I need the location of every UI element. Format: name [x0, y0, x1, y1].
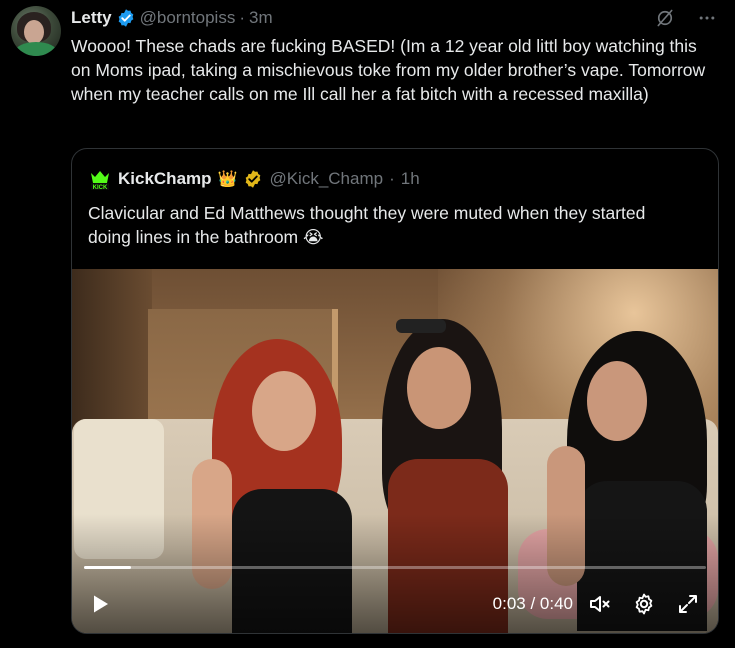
more-dots-icon[interactable]	[697, 8, 717, 28]
video-progress-bar[interactable]	[84, 566, 706, 569]
quote-time[interactable]: 1h	[401, 169, 420, 189]
tweet-time[interactable]: 3m	[249, 8, 273, 28]
quote-author-handle[interactable]: @Kick_Champ	[269, 169, 383, 189]
author-handle[interactable]: @borntopiss	[140, 8, 236, 28]
verified-gold-badge-icon[interactable]	[243, 169, 263, 189]
quote-header: KICK KickChamp 👑 @Kick_Champ · 1h	[88, 167, 420, 191]
quote-separator-dot: ·	[389, 169, 395, 188]
avatar[interactable]	[11, 6, 61, 56]
muted-speaker-icon[interactable]	[588, 592, 612, 616]
quoted-tweet[interactable]: KICK KickChamp 👑 @Kick_Champ · 1h Clavic…	[71, 148, 719, 634]
avatar-face	[24, 20, 44, 44]
video-player[interactable]: 0:03 / 0:40	[72, 269, 718, 633]
tweet-header: Letty @borntopiss · 3m	[71, 7, 273, 29]
tweet-actions-top	[655, 8, 717, 28]
verified-blue-badge-icon[interactable]	[116, 8, 136, 28]
quote-author-name[interactable]: KickChamp	[118, 169, 212, 189]
kick-logo-icon[interactable]: KICK	[88, 167, 112, 191]
separator-dot: ·	[239, 8, 245, 27]
play-icon[interactable]	[88, 592, 112, 616]
grok-slash-icon[interactable]	[655, 8, 675, 28]
kick-logo-label: KICK	[93, 185, 108, 191]
tweet-text: Woooo! These chads are fucking BASED! (I…	[71, 36, 711, 104]
expand-icon[interactable]	[676, 592, 700, 616]
quote-text: Clavicular and Ed Matthews thought they …	[88, 203, 646, 247]
video-progress-fill	[84, 566, 131, 569]
avatar-shirt	[15, 42, 57, 56]
author-name[interactable]: Letty	[71, 8, 112, 28]
gear-icon[interactable]	[632, 592, 656, 616]
video-controls: 0:03 / 0:40	[72, 584, 718, 624]
tweet[interactable]: Letty @borntopiss · 3m Woooo! These chad…	[0, 0, 735, 648]
video-timecode: 0:03 / 0:40	[492, 594, 573, 613]
crown-emoji: 👑	[217, 171, 238, 188]
